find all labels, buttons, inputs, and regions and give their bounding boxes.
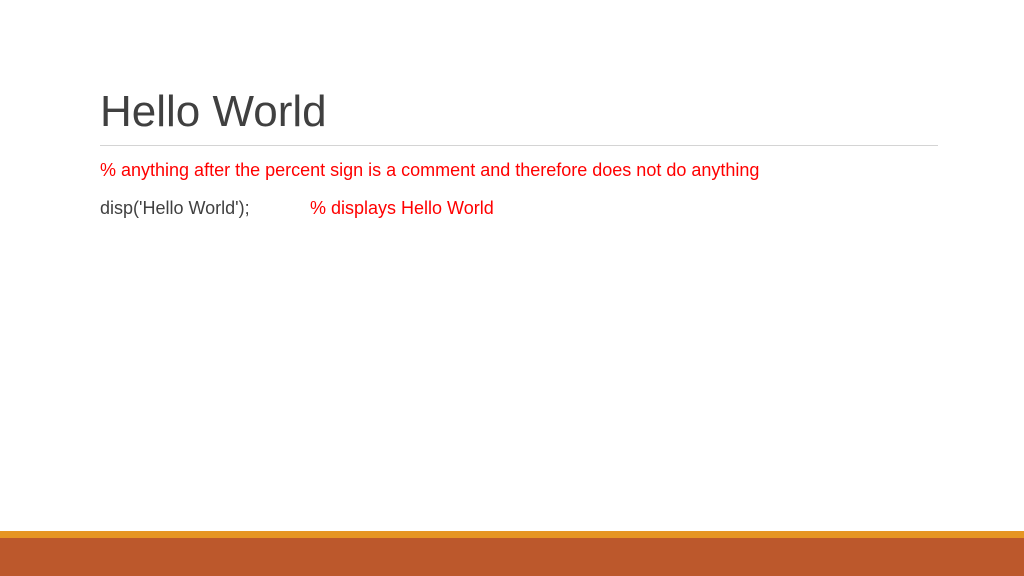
comment-text: % anything after the percent sign is a c… — [100, 160, 760, 180]
slide: Hello World % anything after the percent… — [0, 0, 1024, 576]
footer-accent-stripe — [0, 531, 1024, 538]
code-text: disp('Hello World'); — [100, 198, 250, 218]
comment-line: % anything after the percent sign is a c… — [100, 158, 759, 182]
slide-title: Hello World — [100, 87, 327, 136]
code-comment-text: % displays Hello World — [310, 198, 494, 218]
title-divider — [100, 145, 938, 146]
footer-band — [0, 538, 1024, 576]
code-line: disp('Hello World'); % displays Hello Wor… — [100, 196, 494, 220]
